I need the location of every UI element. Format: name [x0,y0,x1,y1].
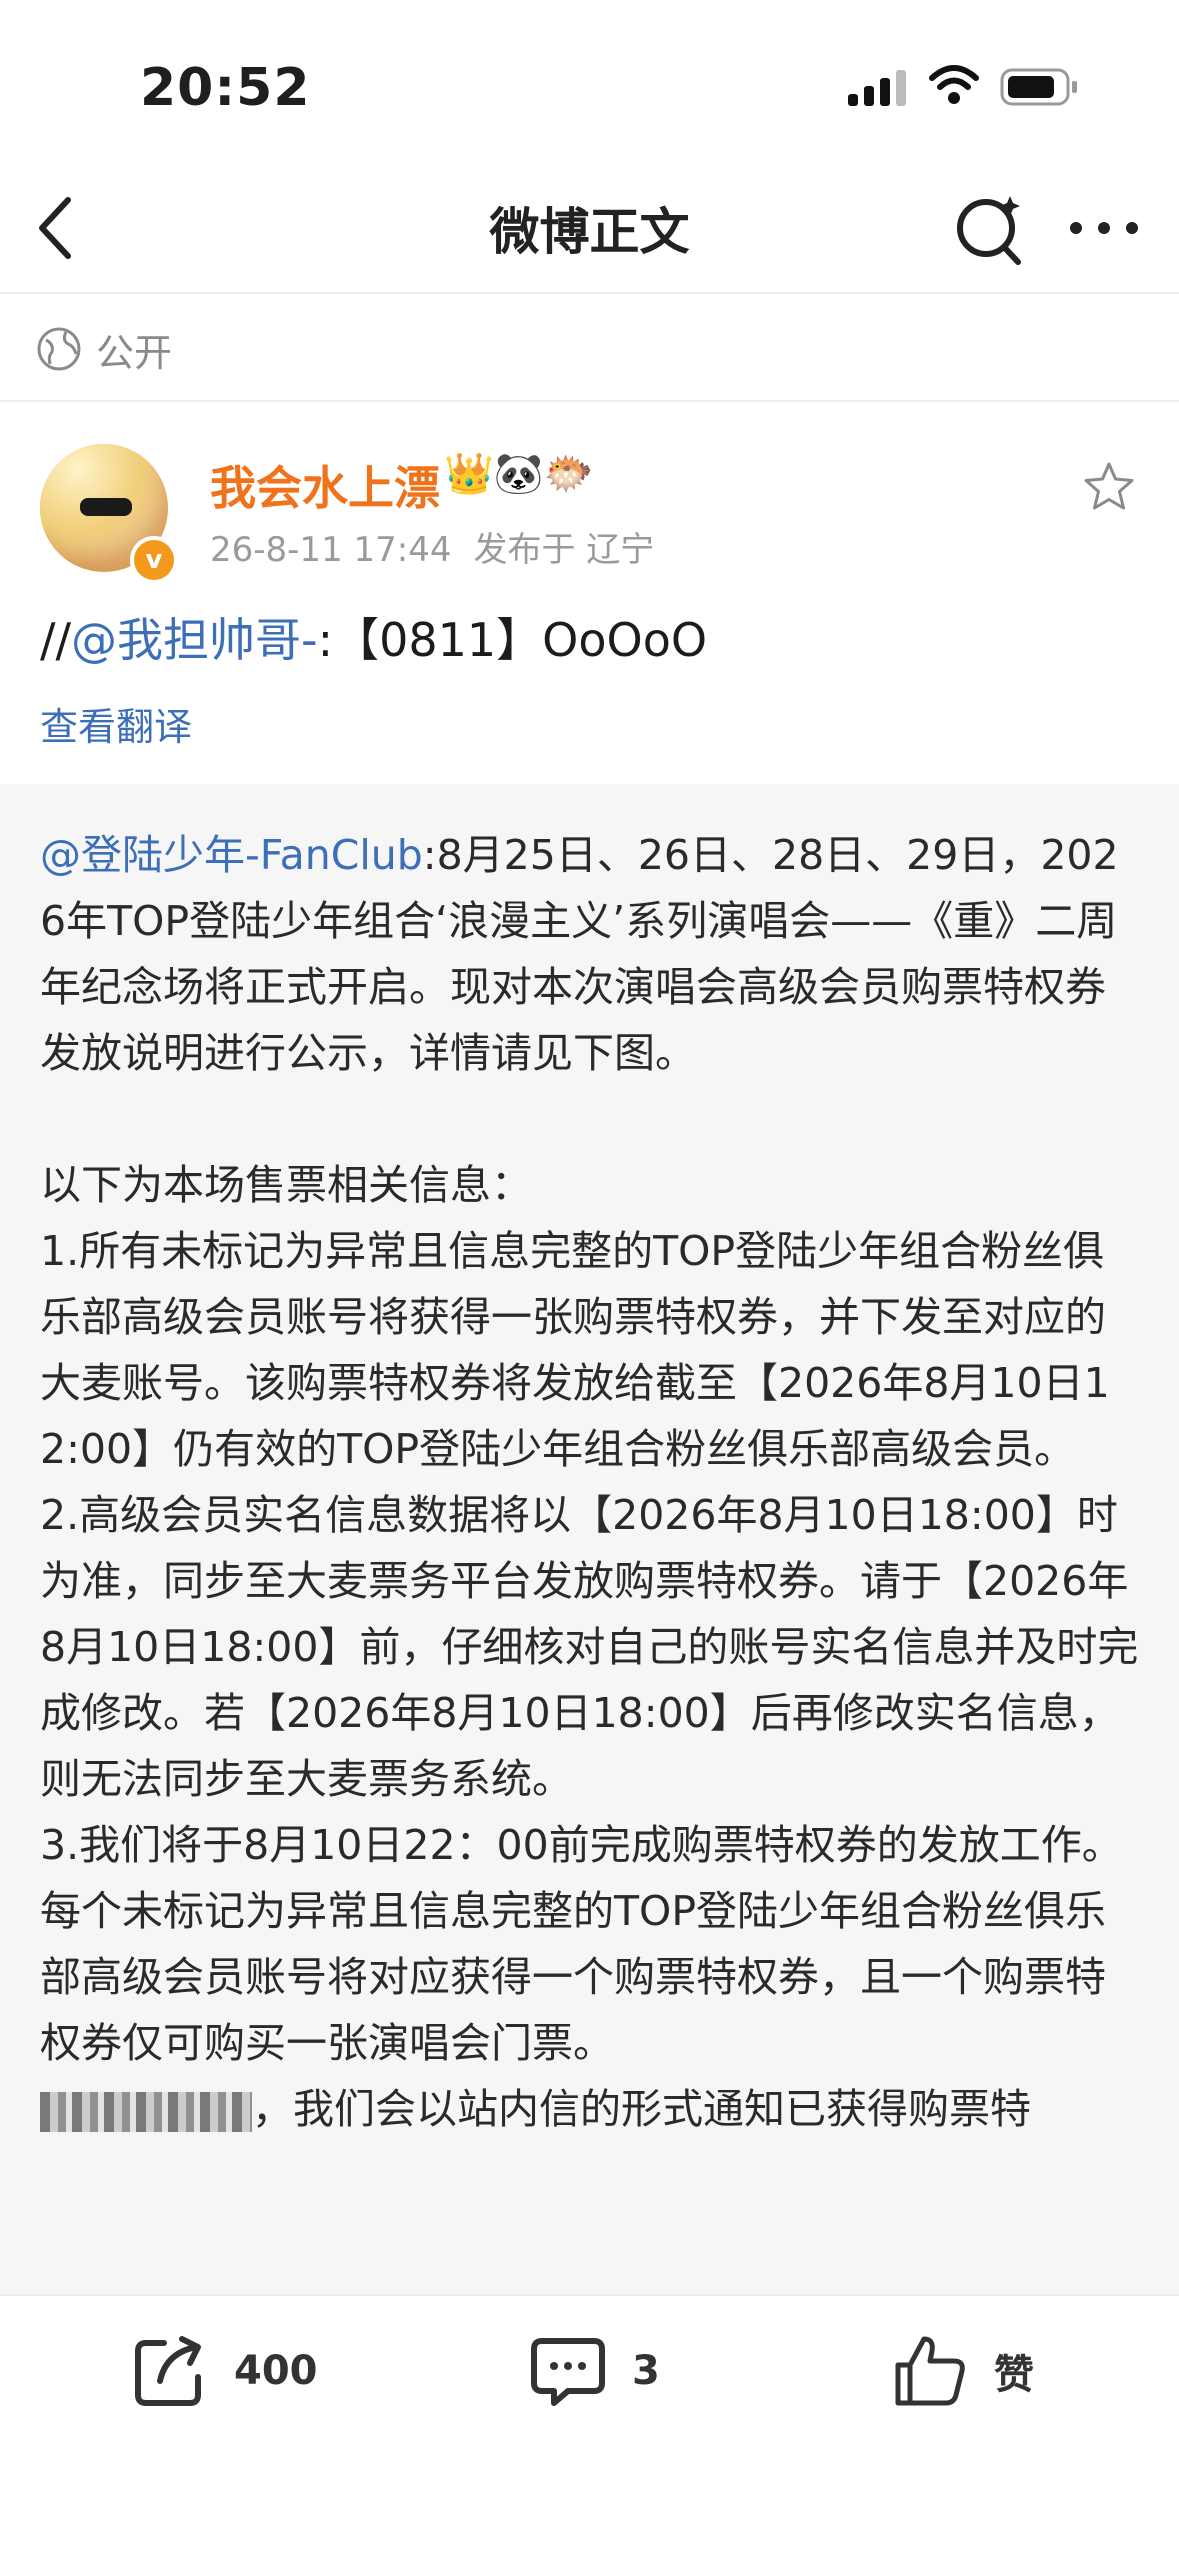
repost-last-line: ，我们会以站内信的形式通知已获得购票特 [252,2085,1031,2133]
globe-icon [37,327,81,371]
repost-text: @登陆少年-FanClub:8月25日、26日、28日、29日，2026年TOP… [40,822,1144,2142]
author-badges: 👑🐼🐡 [444,451,594,497]
visibility-label: 公开 [96,331,173,375]
wifi-icon [929,65,979,104]
comment-button[interactable]: 3 [528,2326,660,2416]
verified-badge: v [130,536,178,584]
search-icon[interactable] [950,188,1030,268]
post-source: 发布于 辽宁 [473,530,655,570]
post-meta: 26-8-11 17:44 发布于 辽宁 [210,522,654,571]
comment-icon [531,2338,605,2406]
comment-count: 3 [632,2348,660,2394]
like-label: 赞 [994,2352,1034,2398]
post-text: //@我担帅哥-:【0811】OoOoO [40,604,707,670]
translate-link[interactable]: 查看翻译 [40,696,192,751]
like-icon [895,2336,965,2406]
post-text-suffix: :【0811】OoOoO [317,613,708,667]
repost-button[interactable]: 400 [130,2326,318,2416]
star-icon[interactable] [1082,460,1136,514]
author-name[interactable]: 我会水上漂 [210,452,440,518]
signal-icon [848,70,906,106]
repost-mention-link[interactable]: @登陆少年-FanClub [40,831,423,879]
mosaic-redaction [40,2092,252,2132]
repost-body: :8月25日、26日、28日、29日，2026年TOP登陆少年组合‘浪漫主义’系… [40,831,1139,2067]
like-button[interactable]: 赞 [890,2326,1034,2416]
post-text-prefix: // [40,613,71,667]
divider [0,400,1179,402]
status-time: 20:52 [140,58,311,118]
divider [0,292,1179,294]
battery-icon [1000,68,1077,106]
post-timestamp: 26-8-11 17:44 [210,530,452,570]
mention-link[interactable]: @我担帅哥- [71,613,318,667]
more-icon[interactable] [1066,200,1142,256]
repost-icon [135,2336,201,2406]
repost-count: 400 [234,2348,318,2394]
